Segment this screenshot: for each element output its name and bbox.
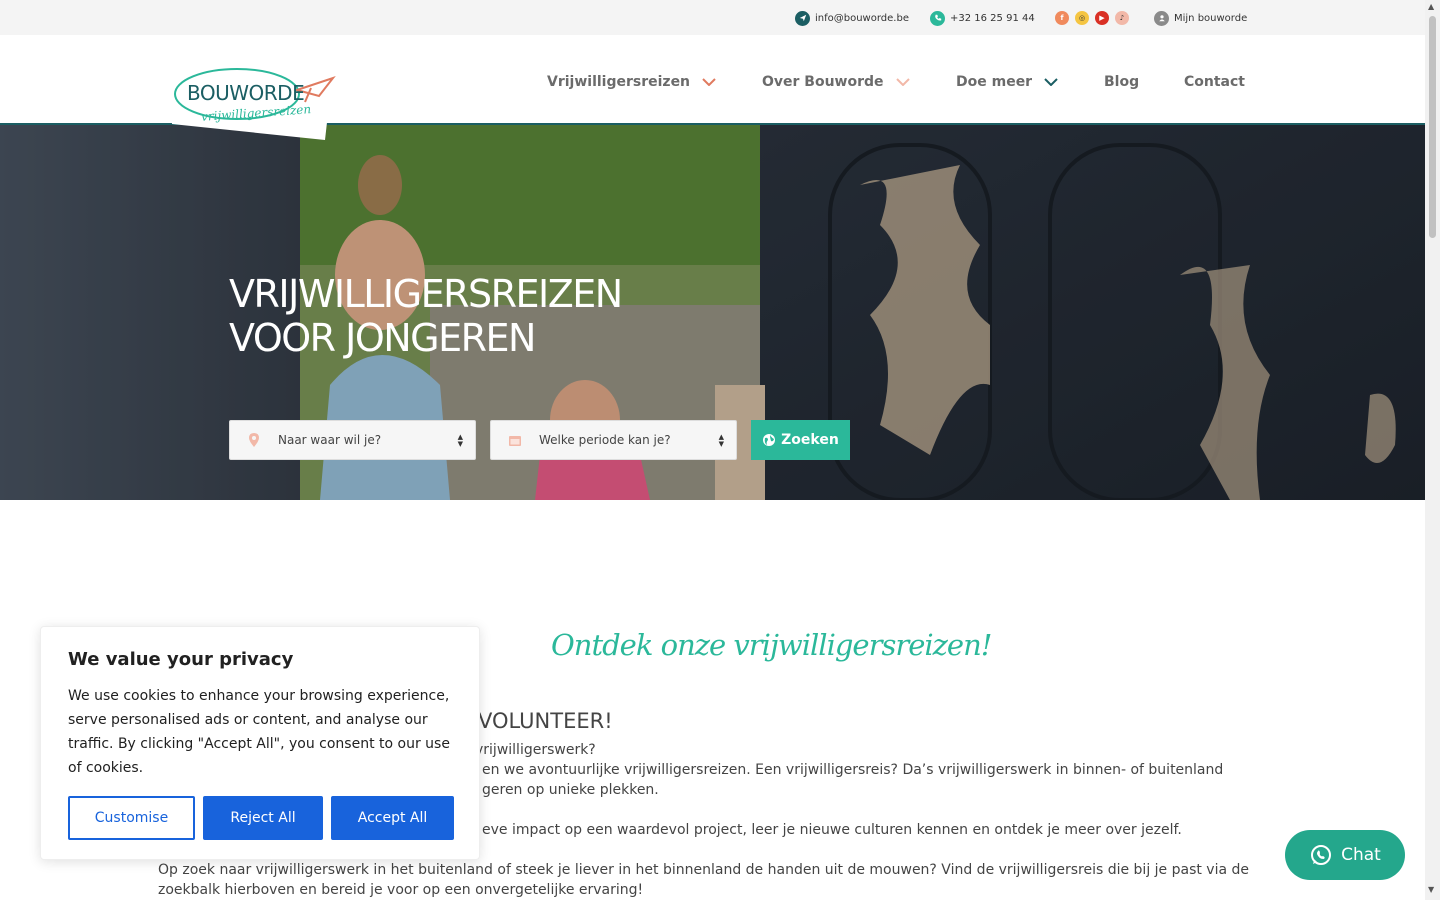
phone-text: +32 16 25 91 44	[950, 12, 1035, 24]
reject-all-button[interactable]: Reject All	[203, 796, 323, 840]
cookie-banner: We value your privacy We use cookies to …	[40, 626, 480, 860]
paragraph-line: geren op unieke plekken.	[482, 782, 659, 798]
scroll-down-icon[interactable]: ▼	[1428, 885, 1434, 894]
phone-link[interactable]: +32 16 25 91 44	[930, 10, 1035, 26]
destination-select[interactable]: Naar waar wil je? ▲ ▼	[229, 420, 476, 460]
period-placeholder: Welke periode kan je?	[539, 433, 671, 447]
nav-label: Blog	[1104, 74, 1140, 90]
nav-label: Doe meer	[956, 74, 1033, 90]
nav-blog[interactable]: Blog	[1104, 74, 1139, 90]
calendar-icon	[491, 434, 539, 446]
instagram-icon[interactable]: ◎	[1075, 11, 1089, 25]
customise-button[interactable]: Customise	[68, 796, 195, 840]
email-text: info@bouworde.be	[815, 12, 909, 24]
nav-doe-meer[interactable]: Doe meer	[956, 74, 1058, 90]
hero-title: VRIJWILLIGERSREIZEN VOOR JONGEREN	[229, 272, 623, 360]
accept-all-button[interactable]: Accept All	[331, 796, 454, 840]
paragraph-line: en we avontuurlijke vrijwilligersreizen.…	[482, 762, 1224, 778]
chevron-down-icon	[1044, 74, 1058, 90]
whatsapp-icon	[1309, 843, 1341, 867]
scroll-up-icon[interactable]: ▲	[1428, 2, 1434, 11]
paragraph-line: zoekbalk hierboven en bereid je voor op …	[158, 882, 644, 898]
chevron-down-icon	[895, 74, 910, 90]
email-link[interactable]: info@bouworde.be	[795, 10, 909, 26]
period-select[interactable]: Welke periode kan je? ▲ ▼	[490, 420, 737, 460]
youtube-icon[interactable]: ▶	[1095, 11, 1109, 25]
cookie-text: We use cookies to enhance your browsing …	[68, 688, 450, 776]
scrollbar-thumb[interactable]	[1429, 16, 1436, 238]
phone-icon	[930, 10, 945, 26]
tiktok-icon[interactable]: ♪	[1115, 11, 1129, 25]
scrollbar[interactable]: ▲ ▼	[1425, 0, 1440, 900]
subtitle-text: VOLUNTEER!	[478, 709, 613, 733]
chat-label: Chat	[1341, 845, 1381, 865]
send-icon	[795, 10, 810, 26]
search-label: Zoeken	[781, 432, 839, 448]
globe-icon	[762, 433, 776, 447]
destination-placeholder: Naar waar wil je?	[278, 433, 382, 447]
chat-button[interactable]: Chat	[1285, 830, 1405, 880]
logo[interactable]: BOUWORDE vrijwilligersreizen	[167, 62, 339, 142]
select-arrows-icon: ▲ ▼	[457, 433, 463, 448]
top-bar: info@bouworde.be +32 16 25 91 44 f ◎ ▶ ♪…	[0, 0, 1425, 35]
paragraph-line: eve impact op een waardevol project, lee…	[482, 822, 1182, 838]
map-pin-icon	[230, 433, 278, 447]
nav-label: Contact	[1184, 74, 1245, 90]
account-link[interactable]: Mijn bouworde	[1154, 10, 1247, 26]
user-icon	[1154, 10, 1169, 26]
search-button[interactable]: Zoeken	[751, 420, 850, 460]
select-arrows-icon: ▲ ▼	[718, 433, 724, 448]
nav-label: Over Bouworde	[762, 74, 884, 90]
nav-over-bouworde[interactable]: Over Bouworde	[762, 74, 910, 90]
paragraph-line: Op zoek naar vrijwilligerswerk in het bu…	[158, 862, 1250, 878]
nav-label: Vrijwilligersreizen	[547, 74, 691, 90]
cookie-title: We value your privacy	[68, 649, 294, 670]
nav-vrijwilligersreizen[interactable]: Vrijwilligersreizen	[547, 74, 716, 90]
section-title: Ontdek onze vrijwilligersreizen!	[551, 628, 992, 662]
nav-contact[interactable]: Contact	[1184, 74, 1245, 90]
hero-title-line1: VRIJWILLIGERSREIZEN	[229, 272, 623, 316]
paragraph-line: vrijwilligerswerk?	[475, 742, 596, 758]
facebook-icon[interactable]: f	[1055, 11, 1069, 25]
hero-title-line2: VOOR JONGEREN	[229, 316, 536, 360]
social-links: f ◎ ▶ ♪	[1055, 10, 1135, 26]
logo-text: BOUWORDE	[187, 81, 305, 105]
account-text: Mijn bouworde	[1174, 12, 1248, 24]
chevron-down-icon	[702, 74, 716, 90]
